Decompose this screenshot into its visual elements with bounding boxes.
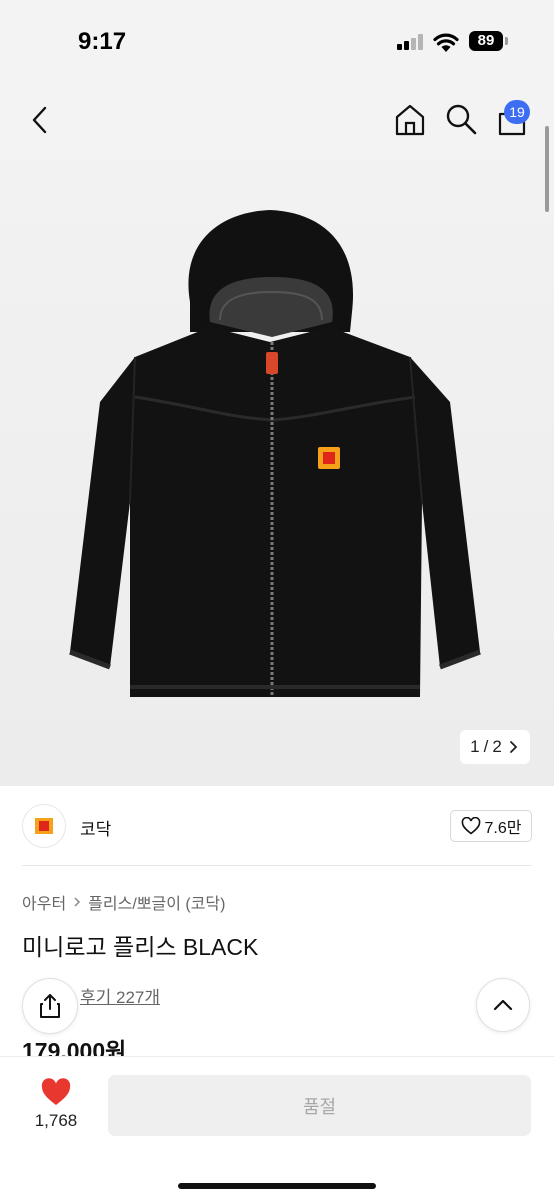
brand-like-button[interactable]: 7.6만	[450, 810, 532, 842]
brand-name[interactable]: 코닥	[80, 815, 111, 840]
brand-like-count: 7.6만	[484, 820, 522, 837]
cart-count-badge[interactable]: 19	[504, 100, 530, 124]
sold-out-button[interactable]: 품절	[108, 1075, 531, 1136]
home-icon[interactable]	[392, 102, 428, 138]
breadcrumb-item-subcategory[interactable]: 플리스/뽀글이 (코닥)	[88, 890, 225, 914]
chevron-right-icon	[74, 897, 81, 907]
top-nav	[0, 80, 554, 160]
product-image-gallery[interactable]: 1 / 2	[0, 160, 554, 786]
chevron-up-icon	[493, 999, 513, 1011]
brand-logo[interactable]	[22, 804, 66, 848]
gallery-page-total: 2	[492, 737, 502, 756]
search-icon[interactable]	[444, 102, 478, 136]
status-bar: 9:17 89	[0, 0, 554, 80]
gallery-page-current: 1	[470, 737, 480, 756]
share-button[interactable]	[22, 978, 78, 1034]
scroll-indicator[interactable]	[545, 126, 549, 212]
heart-filled-icon[interactable]	[40, 1077, 72, 1107]
divider	[22, 865, 532, 866]
breadcrumb-item-category[interactable]: 아우터	[22, 890, 66, 914]
chevron-right-icon	[509, 741, 518, 753]
wish-count: 1,768	[34, 1111, 78, 1130]
gallery-page-separator: /	[483, 737, 489, 756]
scroll-to-top-button[interactable]	[476, 978, 530, 1032]
cellular-signal-icon	[397, 34, 425, 50]
review-link[interactable]: 후기 227개	[80, 983, 160, 1008]
share-icon	[40, 994, 60, 1018]
product-title: 미니로고 플리스 BLACK	[22, 934, 259, 960]
home-indicator[interactable]	[178, 1183, 376, 1189]
heart-outline-icon	[461, 817, 480, 835]
product-price: 179,000원	[22, 1038, 127, 1056]
brand-row[interactable]: 코닥 7.6만	[22, 800, 532, 852]
battery-tip	[505, 37, 508, 45]
wifi-icon	[433, 33, 459, 52]
breadcrumb: 아우터 플리스/뽀글이 (코닥)	[22, 890, 225, 914]
product-photo	[69, 210, 481, 697]
status-time: 9:17	[78, 28, 127, 55]
bottom-action-bar: 1,768 품절	[0, 1056, 554, 1200]
battery-level: 89	[469, 31, 503, 51]
back-arrow-icon[interactable]	[26, 104, 54, 136]
gallery-pager[interactable]: 1 / 2	[460, 730, 530, 764]
